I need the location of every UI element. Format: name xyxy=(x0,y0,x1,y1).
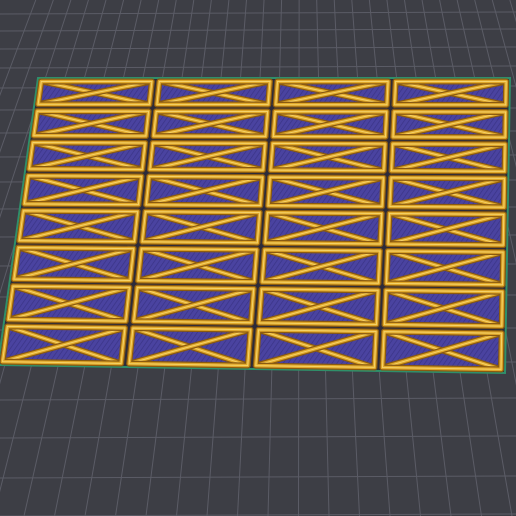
panel-cell xyxy=(379,328,505,373)
build-plate-scene[interactable] xyxy=(0,0,516,516)
panel-cell xyxy=(267,140,389,174)
printed-model-layer xyxy=(0,77,512,375)
panel-cell xyxy=(130,284,257,326)
grid-line-horizontal xyxy=(0,28,516,32)
panel-cell xyxy=(135,245,260,285)
panel-cell xyxy=(143,173,266,209)
panel-cell xyxy=(262,209,385,247)
panel-cell xyxy=(252,326,380,371)
panel-cell xyxy=(383,248,507,288)
panel-cell xyxy=(150,108,271,140)
panel-cell xyxy=(259,246,383,287)
panel-cell xyxy=(26,139,149,173)
grid-line-horizontal xyxy=(0,435,516,439)
panel-cell xyxy=(390,108,509,141)
panel-cell xyxy=(256,285,382,328)
panel-cell xyxy=(270,108,390,140)
panel-cell xyxy=(16,207,141,245)
grid-line-horizontal xyxy=(0,11,516,15)
panel-cell xyxy=(0,323,128,367)
panel-cell xyxy=(21,172,145,208)
grid-line-horizontal xyxy=(0,475,516,479)
panel-cell xyxy=(391,78,510,108)
grid-line-horizontal xyxy=(0,46,516,50)
panel-cell xyxy=(381,287,506,330)
panel-cell xyxy=(10,244,137,284)
panel-cell xyxy=(272,78,392,108)
panel-cell xyxy=(35,78,155,108)
panel-cell xyxy=(139,208,263,246)
panel-cell xyxy=(385,210,507,249)
slicer-3d-viewport[interactable] xyxy=(0,0,516,516)
grid-line-horizontal xyxy=(0,397,516,401)
panel-cell xyxy=(386,174,508,211)
panel-cell xyxy=(146,139,269,174)
panel-cell xyxy=(153,78,273,108)
panel-cell xyxy=(126,325,254,369)
panel-cell xyxy=(5,283,133,325)
panel-cell xyxy=(265,174,387,210)
grid-line-horizontal xyxy=(0,65,516,69)
panel-cell xyxy=(30,108,152,140)
panel-cell xyxy=(388,140,509,175)
